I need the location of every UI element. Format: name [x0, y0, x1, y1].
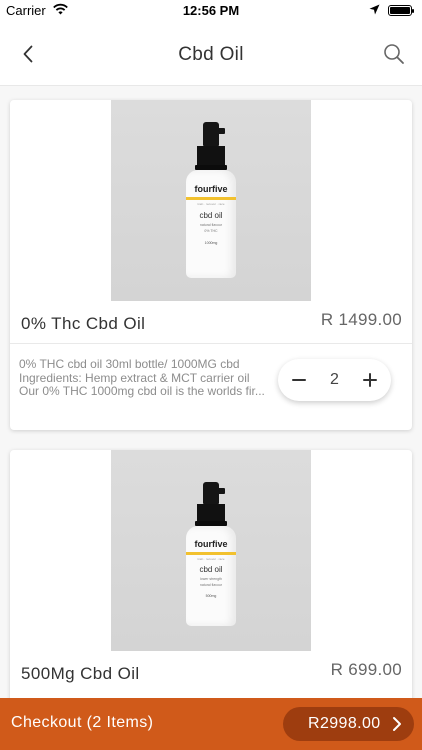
battery-fill: [390, 7, 410, 14]
chevron-right-icon: [393, 717, 401, 731]
decrement-button[interactable]: [290, 371, 308, 389]
label-line-2: 0% THC: [204, 229, 218, 233]
location-arrow-icon: [369, 3, 380, 18]
description-line: Our 0% THC 1000mg cbd oil is the worlds …: [19, 385, 265, 398]
label-line-2: natural flavour: [199, 583, 223, 587]
status-bar: Carrier 12:56 PM: [0, 0, 422, 22]
label-tagline: train · recover · race: [197, 202, 225, 206]
checkout-button[interactable]: Checkout (2 Items): [11, 714, 153, 732]
checkout-total: R2998.00: [308, 715, 381, 732]
search-button[interactable]: [380, 40, 408, 68]
checkout-bar: Checkout (2 Items) R2998.00: [0, 698, 422, 750]
product-name: 0% Thc Cbd Oil: [21, 314, 146, 333]
product-image: fourfive train · recover · race cbd oil …: [111, 450, 311, 651]
product-card[interactable]: fourfive train · recover · race cbd oil …: [10, 450, 412, 698]
quantity-value: 2: [330, 371, 339, 388]
label-product: cbd oil: [199, 211, 223, 220]
product-description: 0% THC cbd oil 30ml bottle/ 1000MG cbd I…: [19, 358, 271, 399]
label-strength: 500mg: [205, 594, 217, 598]
label-tagline: train · recover · race: [197, 557, 225, 561]
description-line: 0% THC cbd oil 30ml bottle/ 1000MG cbd: [19, 358, 240, 371]
search-icon: [384, 44, 404, 64]
bottle-illustration: fourfive train · recover · race cbd oil …: [186, 482, 236, 632]
bottle-illustration: fourfive train · recover · race cbd oil …: [186, 122, 236, 282]
quantity-stepper[interactable]: 2: [278, 359, 391, 401]
label-strength: 1000mg: [204, 241, 218, 245]
checkout-total-button[interactable]: R2998.00: [283, 707, 414, 741]
card-divider: [10, 343, 412, 344]
status-time: 12:56 PM: [182, 3, 240, 18]
label-line-1: lower strength: [200, 577, 222, 581]
label-line-1: natural flavour: [199, 223, 223, 227]
product-list[interactable]: fourfive train · recover · race cbd oil …: [0, 86, 422, 698]
product-price: R 1499.00: [320, 310, 402, 329]
product-price: R 699.00: [330, 660, 402, 679]
label-brand: fourfive: [194, 539, 228, 549]
page-title: Cbd Oil: [178, 44, 244, 65]
product-card[interactable]: fourfive train · recover · race cbd oil …: [10, 100, 412, 430]
description-line: Ingredients: Hemp extract & MCT carrier …: [19, 371, 250, 385]
increment-button[interactable]: [361, 371, 379, 389]
product-name: 500Mg Cbd Oil: [21, 664, 140, 683]
battery-icon: [388, 5, 414, 16]
product-image: fourfive train · recover · race cbd oil …: [111, 100, 311, 301]
label-product: cbd oil: [199, 565, 223, 574]
navigation-bar: Cbd Oil: [0, 22, 422, 86]
minus-icon: [292, 379, 306, 381]
label-brand: fourfive: [194, 184, 228, 194]
plus-icon: [363, 373, 377, 387]
status-right: [369, 3, 414, 18]
